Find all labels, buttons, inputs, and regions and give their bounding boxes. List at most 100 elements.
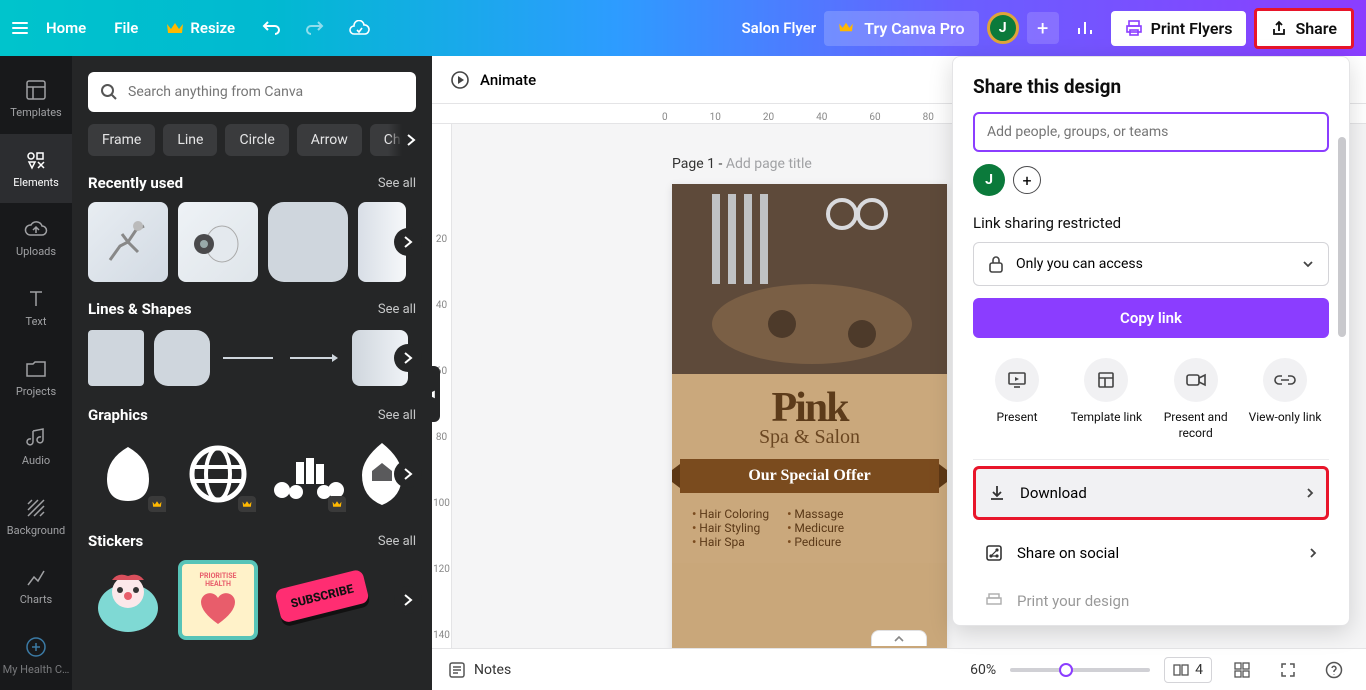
section-title: Recently used [88,174,183,192]
redo-button[interactable] [297,10,333,46]
access-dropdown[interactable]: Only you can access [973,242,1329,286]
undo-button[interactable] [253,10,289,46]
chip-arrow[interactable]: Arrow [297,124,362,156]
rail-background[interactable]: Background [0,481,72,551]
link-sharing-label: Link sharing restricted [973,214,1329,232]
action-template-link[interactable]: Template link [1066,358,1146,441]
resize-label: Resize [190,19,235,37]
stickers-scroll-right[interactable] [394,586,422,614]
share-avatar[interactable]: J [973,164,1005,196]
hamburger-icon[interactable] [12,19,28,37]
copy-link-button[interactable]: Copy link [973,298,1329,338]
rail-label: Uploads [16,245,56,258]
element-arrow[interactable] [286,330,342,386]
graphic-globe[interactable] [178,434,258,514]
element-line[interactable] [220,330,276,386]
rail-elements[interactable]: Elements [0,134,72,204]
notes-button[interactable]: Notes [448,654,511,686]
printer-icon [985,592,1003,610]
print-flyers-label: Print Flyers [1151,19,1233,38]
rail-charts[interactable]: Charts [0,551,72,621]
home-button[interactable]: Home [36,13,96,43]
scrollbar-thumb[interactable] [1338,137,1346,337]
see-all-lines[interactable]: See all [378,302,416,317]
search-box[interactable] [88,72,416,112]
menu-label: Share on social [1017,544,1119,562]
element-rounded-square[interactable] [268,202,348,282]
try-pro-button[interactable]: Try Canva Pro [824,11,978,46]
panel-collapse-handle[interactable]: ◀ [432,366,440,422]
chips-scroll-right[interactable] [388,124,416,156]
element-robot-head[interactable] [178,202,258,282]
print-flyers-button[interactable]: Print Flyers [1111,11,1247,46]
zoom-value[interactable]: 60% [970,662,996,678]
menu-download[interactable]: Download [973,466,1329,520]
page-count: 4 [1195,662,1203,678]
page-indicator[interactable]: 4 [1164,657,1212,683]
file-menu[interactable]: File [104,13,148,43]
share-title: Share this design [973,75,1329,98]
rail-text[interactable]: Text [0,273,72,343]
rail-app-health[interactable]: My Health C… [0,621,72,690]
leftrail: Templates Elements Uploads Text Projects… [0,56,72,690]
design-subhead: Spa & Salon [684,426,935,449]
cloud-sync-icon[interactable] [341,10,377,46]
template-link-icon [1096,370,1116,390]
element-robot-running[interactable] [88,202,168,282]
see-all-graphics[interactable]: See all [378,408,416,423]
lock-icon [988,255,1004,273]
shape-rounded-square[interactable] [154,330,210,386]
chip-line[interactable]: Line [163,124,217,156]
search-input[interactable] [128,84,404,100]
share-social-icon [985,544,1003,562]
share-scrollbar[interactable] [1337,137,1347,615]
section-recently-used: Recently used See all [88,174,416,192]
see-all-recent[interactable]: See all [378,176,416,191]
sticker-subscribe[interactable]: SUBSCRIBE [268,560,378,640]
page-number: Page 1 - [672,156,726,172]
see-all-stickers[interactable]: See all [378,534,416,549]
sticker-clown-cloud[interactable] [88,560,168,640]
menu-print-design[interactable]: Print your design [973,586,1329,616]
help-button[interactable] [1318,654,1350,686]
pro-badge-icon [328,496,346,512]
action-view-only-link[interactable]: View-only link [1245,358,1325,441]
rail-audio[interactable]: Audio [0,412,72,482]
shape-square[interactable] [88,330,144,386]
animate-button[interactable]: Animate [450,70,536,90]
zoom-slider[interactable] [1010,668,1150,672]
add-member-button[interactable]: + [1027,12,1059,44]
page-drawer-handle[interactable] [871,630,927,646]
action-present-record[interactable]: Present and record [1156,358,1236,441]
access-label: Only you can access [1016,256,1143,272]
grid-view-button[interactable] [1226,654,1258,686]
graphics-scroll-right[interactable] [394,460,422,488]
user-avatar[interactable]: J [987,12,1019,44]
share-panel: Share this design J + Link sharing restr… [952,56,1350,626]
rail-uploads[interactable]: Uploads [0,203,72,273]
add-person-button[interactable]: + [1013,166,1041,194]
page-label[interactable]: Page 1 - Add page title [672,156,812,172]
share-button[interactable]: Share [1254,8,1354,49]
lines-scroll-right[interactable] [394,344,422,372]
rail-templates[interactable]: Templates [0,64,72,134]
action-label: Present and record [1156,410,1236,441]
recent-scroll-right[interactable] [394,228,422,256]
document-title[interactable]: Salon Flyer [742,19,817,37]
graphic-candles-flowers[interactable] [268,434,348,514]
action-present[interactable]: Present [977,358,1057,441]
chip-frame[interactable]: Frame [88,124,155,156]
menu-share-social[interactable]: Share on social [973,526,1329,580]
chevron-down-icon [1302,260,1314,268]
chip-circle[interactable]: Circle [225,124,288,156]
graphic-shield[interactable] [88,434,168,514]
add-people-input[interactable] [973,112,1329,152]
page-title-placeholder[interactable]: Add page title [726,156,812,172]
design-canvas[interactable]: Pink Spa & Salon Our Special Offer Hair … [672,184,947,648]
fullscreen-button[interactable] [1272,654,1304,686]
rail-projects[interactable]: Projects [0,342,72,412]
resize-button[interactable]: Resize [156,13,245,43]
insights-icon[interactable] [1067,10,1103,46]
sticker-prioritise-health[interactable]: PRIORITISE HEALTH [178,560,258,640]
zoom-knob[interactable] [1059,663,1073,677]
